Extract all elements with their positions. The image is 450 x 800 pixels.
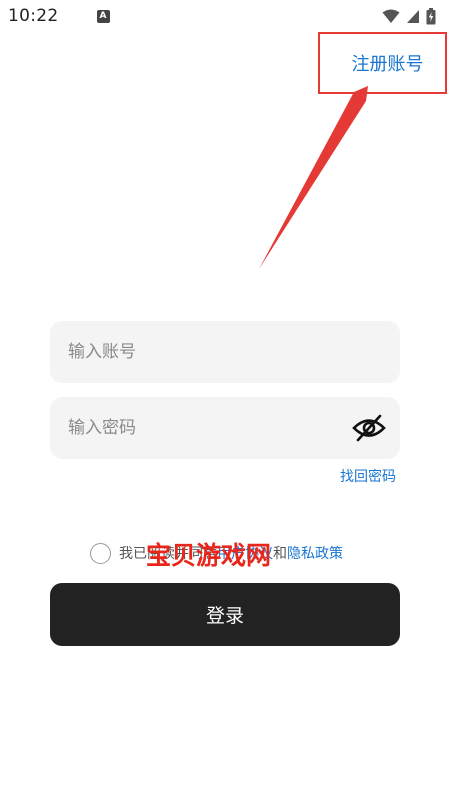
signal-icon [407,9,419,23]
status-icons [382,7,442,25]
watermark-text: 宝贝游戏网 [146,541,272,570]
account-field[interactable] [50,321,400,383]
agreement-radio[interactable] [90,542,111,564]
account-input[interactable] [68,342,400,362]
forgot-password-link[interactable]: 找回密码 [340,466,396,486]
register-account-link[interactable]: 注册账号 [342,50,424,76]
battery-icon [426,7,436,24]
status-time: 10:22 [8,6,59,26]
status-left: 10:22 A [8,6,110,26]
agreement-conjunction: 和 [273,546,287,562]
status-bar: 10:22 A [0,0,450,32]
notification-icon: A [96,9,110,23]
eye-off-icon[interactable] [352,411,386,445]
password-input[interactable] [68,418,340,438]
password-field[interactable] [50,397,400,459]
register-highlight-box: 注册账号 [318,32,447,94]
login-button[interactable]: 登录 [50,583,400,646]
wifi-icon [382,9,400,23]
privacy-policy-link[interactable]: 隐私政策 [287,543,343,563]
